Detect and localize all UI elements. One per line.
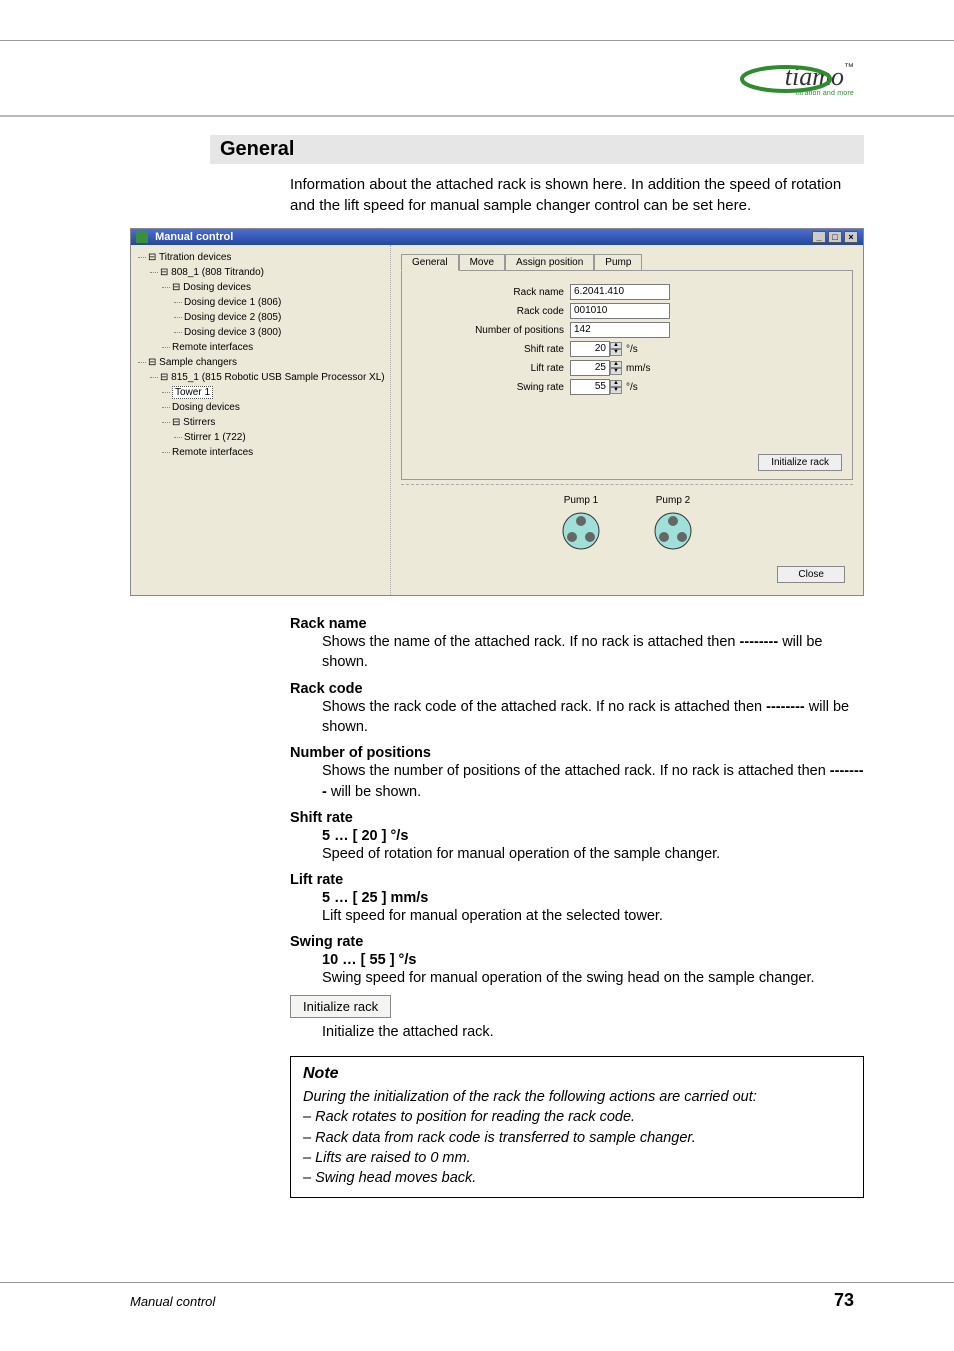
swing-rate-input[interactable]: 55 xyxy=(570,379,610,395)
close-window-button[interactable]: × xyxy=(844,231,858,243)
swing-up-button[interactable]: ▲ xyxy=(610,380,622,387)
shift-rate-input[interactable]: 20 xyxy=(570,341,610,357)
pump-2-widget[interactable]: Pump 2 xyxy=(652,495,694,555)
footer-rule xyxy=(0,1282,954,1283)
tree-stirrers[interactable]: ⊟ Stirrers Stirrer 1 (722) xyxy=(172,415,385,445)
header-separator xyxy=(0,115,954,117)
intro-paragraph: Information about the attached rack is s… xyxy=(290,174,864,216)
close-button[interactable]: Close xyxy=(777,566,845,583)
footer-title: Manual control xyxy=(130,1294,215,1309)
shift-down-button[interactable]: ▼ xyxy=(610,349,622,356)
tab-general[interactable]: General xyxy=(401,254,459,271)
brand-logo: tiamo™ titration and more xyxy=(734,55,854,97)
shift-up-button[interactable]: ▲ xyxy=(610,342,622,349)
tree-dosing-805[interactable]: Dosing device 2 (805) xyxy=(184,310,385,325)
window-controls: _□× xyxy=(810,231,858,243)
def-shift-range: 5 … [ 20 ] °/s xyxy=(322,828,864,844)
pump-section: Pump 1 Pump 2 xyxy=(401,484,853,561)
rack-name-label: Rack name xyxy=(414,287,564,298)
tree-remote-interfaces-2[interactable]: Remote interfaces xyxy=(172,445,385,460)
lift-rate-label: Lift rate xyxy=(414,363,564,374)
def-num-pos-term: Number of positions xyxy=(290,745,864,761)
rack-code-field: 001010 xyxy=(570,303,670,319)
tree-remote-interfaces-1[interactable]: Remote interfaces xyxy=(172,340,385,355)
minimize-button[interactable]: _ xyxy=(812,231,826,243)
swing-rate-label: Swing rate xyxy=(414,382,564,393)
tree-titration-devices[interactable]: ⊟ Titration devices ⊟ 808_1 (808 Titrand… xyxy=(148,250,385,355)
def-lift-desc: Lift speed for manual operation at the s… xyxy=(322,906,864,926)
tree-tower-1[interactable]: Tower 1 xyxy=(172,385,385,400)
def-swing-desc: Swing speed for manual operation of the … xyxy=(322,968,864,988)
tree-dosing-806[interactable]: Dosing device 1 (806) xyxy=(184,295,385,310)
def-rack-name-term: Rack name xyxy=(290,616,864,632)
device-tree: ⊟ Titration devices ⊟ 808_1 (808 Titrand… xyxy=(131,245,391,595)
tree-dosing-800[interactable]: Dosing device 3 (800) xyxy=(184,325,385,340)
window-title-text: Manual control xyxy=(155,231,233,243)
def-rack-code-term: Rack code xyxy=(290,681,864,697)
def-init-desc: Initialize the attached rack. xyxy=(322,1022,864,1042)
window-icon xyxy=(136,231,148,243)
def-num-pos-desc: Shows the number of positions of the att… xyxy=(322,761,864,802)
tree-dosing-devices-2[interactable]: Dosing devices xyxy=(172,400,385,415)
shift-rate-label: Shift rate xyxy=(414,344,564,355)
def-rack-name-desc: Shows the name of the attached rack. If … xyxy=(322,632,864,673)
tree-808-titrando[interactable]: ⊟ 808_1 (808 Titrando) ⊟ Dosing devices … xyxy=(160,265,385,355)
tab-pump[interactable]: Pump xyxy=(594,254,642,271)
manual-control-window: Manual control _□× ⊟ Titration devices ⊟… xyxy=(130,228,864,596)
tree-stirrer-722[interactable]: Stirrer 1 (722) xyxy=(184,430,385,445)
def-lift-range: 5 … [ 25 ] mm/s xyxy=(322,890,864,906)
page-top-rule xyxy=(0,40,954,41)
page-number: 73 xyxy=(834,1290,854,1311)
section-heading: General xyxy=(210,135,864,164)
note-bullet-3: – Lifts are raised to 0 mm. xyxy=(303,1148,851,1168)
note-line-intro: During the initialization of the rack th… xyxy=(303,1087,851,1107)
page-footer: Manual control 73 xyxy=(130,1290,854,1311)
tab-assign-position[interactable]: Assign position xyxy=(505,254,594,271)
swing-rate-unit: °/s xyxy=(626,382,638,393)
def-shift-term: Shift rate xyxy=(290,810,864,826)
def-swing-term: Swing rate xyxy=(290,934,864,950)
rack-name-field: 6.2041.410 xyxy=(570,284,670,300)
lift-rate-input[interactable]: 25 xyxy=(570,360,610,376)
note-box: Note During the initialization of the ra… xyxy=(290,1056,864,1197)
lift-up-button[interactable]: ▲ xyxy=(610,361,622,368)
tree-sample-changers[interactable]: ⊟ Sample changers ⊟ 815_1 (815 Robotic U… xyxy=(148,355,385,460)
note-bullet-4: – Swing head moves back. xyxy=(303,1168,851,1188)
swing-down-button[interactable]: ▼ xyxy=(610,387,622,394)
def-swing-range: 10 … [ 55 ] °/s xyxy=(322,952,864,968)
pump-1-widget[interactable]: Pump 1 xyxy=(560,495,602,555)
lift-down-button[interactable]: ▼ xyxy=(610,368,622,375)
note-heading: Note xyxy=(303,1065,851,1083)
initialize-rack-button[interactable]: Initialize rack xyxy=(758,454,842,471)
def-rack-code-desc: Shows the rack code of the attached rack… xyxy=(322,697,864,738)
tree-815-robotic[interactable]: ⊟ 815_1 (815 Robotic USB Sample Processo… xyxy=(160,370,385,460)
def-lift-term: Lift rate xyxy=(290,872,864,888)
note-bullet-2: – Rack data from rack code is transferre… xyxy=(303,1128,851,1148)
pump-1-label: Pump 1 xyxy=(560,495,602,506)
rack-code-label: Rack code xyxy=(414,306,564,317)
maximize-button[interactable]: □ xyxy=(828,231,842,243)
num-positions-label: Number of positions xyxy=(414,325,564,336)
lift-rate-unit: mm/s xyxy=(626,363,650,374)
tab-move[interactable]: Move xyxy=(459,254,505,271)
definitions-block: Rack name Shows the name of the attached… xyxy=(290,616,864,1042)
window-titlebar: Manual control _□× xyxy=(131,229,863,245)
tree-dosing-devices-1[interactable]: ⊟ Dosing devices Dosing device 1 (806) D… xyxy=(172,280,385,340)
shift-rate-unit: °/s xyxy=(626,344,638,355)
pump-2-icon xyxy=(652,510,694,552)
tab-strip: General Move Assign position Pump xyxy=(401,253,853,270)
note-bullet-1: – Rack rotates to position for reading t… xyxy=(303,1107,851,1127)
def-shift-desc: Speed of rotation for manual operation o… xyxy=(322,844,864,864)
tab-general-panel: Rack name 6.2041.410 Rack code 001010 Nu… xyxy=(401,270,853,480)
pump-2-label: Pump 2 xyxy=(652,495,694,506)
pump-1-icon xyxy=(560,510,602,552)
num-positions-field: 142 xyxy=(570,322,670,338)
def-init-button-image: Initialize rack xyxy=(290,995,391,1018)
